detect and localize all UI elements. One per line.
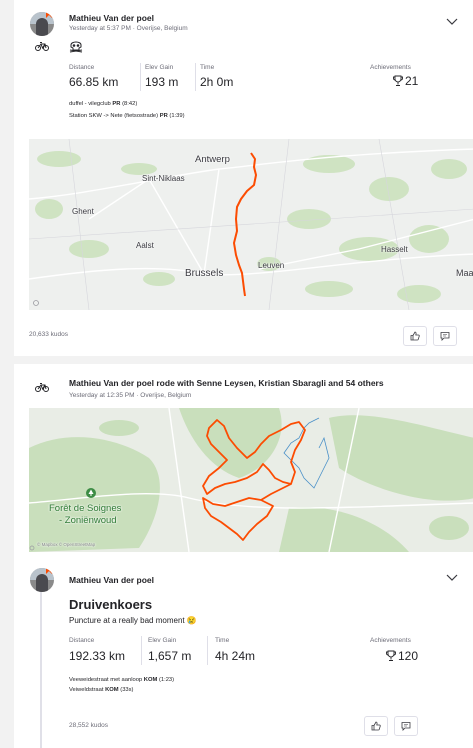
athlete-name[interactable]: Mathieu Van der poel	[69, 13, 154, 23]
comment-button[interactable]	[433, 326, 457, 346]
athlete-name[interactable]: Mathieu Van der poel	[69, 575, 154, 585]
achievements-label: Achievements	[370, 637, 411, 644]
map-label-city: Ghent	[72, 207, 94, 216]
distance-value: 66.85 km	[69, 75, 119, 89]
map-label-park: Forêt de Soignes	[49, 503, 122, 514]
elev-gain-label: Elev Gain	[148, 637, 177, 644]
athlete-avatar[interactable]	[30, 12, 54, 36]
time-label: Time	[215, 637, 230, 644]
map-label-city: Maa	[456, 268, 473, 278]
group-activity-card: Mathieu Van der poel rode with Senne Ley…	[14, 364, 473, 748]
map-attribution[interactable]: © Mapbox © OpenStreetMap	[37, 542, 95, 547]
thumbs-up-icon	[410, 331, 420, 341]
time-value: 2h 0m	[200, 75, 234, 89]
elev-gain-value: 193 m	[145, 75, 179, 89]
distance-value: 192.33 km	[69, 649, 126, 663]
map-label-city: Brussels	[185, 268, 224, 279]
elev-gain-label: Elev Gain	[145, 64, 174, 71]
stat-divider	[140, 63, 141, 91]
route-map[interactable]: Antwerp Sint-Niklaas Ghent Aalst Brussel…	[29, 139, 473, 310]
stat-divider	[141, 636, 142, 665]
group-header[interactable]: Mathieu Van der poel rode with Senne Ley…	[69, 378, 384, 388]
thumbs-up-icon	[371, 721, 381, 731]
stat-divider	[195, 63, 196, 91]
time-label: Time	[200, 64, 215, 71]
chevron-down-icon[interactable]	[446, 18, 458, 26]
group-meta: Yesterday at 12:35 PM · Overijse, Belgiu…	[69, 392, 192, 399]
chevron-down-icon[interactable]	[446, 574, 458, 582]
activity-description: Puncture at a really bad moment 😢	[69, 616, 197, 625]
give-kudos-button[interactable]	[364, 716, 388, 736]
map-background	[29, 408, 473, 552]
map-label-city: Aalst	[136, 241, 154, 250]
skull-emoji-icon	[69, 41, 83, 53]
distance-label: Distance	[69, 637, 95, 644]
map-label-city: Leuven	[258, 261, 285, 270]
comment-button[interactable]	[394, 716, 418, 736]
achievements-count: 21	[405, 74, 419, 88]
map-background	[29, 139, 473, 310]
activity-title[interactable]: Druivenkoers	[69, 597, 152, 612]
activity-card: Mathieu Van der poel Yesterday at 5:37 P…	[14, 0, 473, 356]
kudos-count[interactable]: 20,633 kudos	[29, 331, 68, 338]
activity-meta: Yesterday at 5:37 PM · Overijse, Belgium	[69, 25, 188, 32]
map-label-city: Hasselt	[381, 245, 408, 254]
ride-icon	[35, 42, 49, 51]
segment-achievement[interactable]: Veiweldstraat KOM (33s)	[69, 687, 133, 693]
ride-icon	[35, 383, 49, 392]
segment-achievement[interactable]: duffel - vilegclub PR (8:42)	[69, 101, 137, 107]
stat-divider	[207, 636, 208, 665]
park-marker-icon	[86, 488, 96, 498]
elev-gain-value: 1,657 m	[148, 649, 192, 663]
comment-icon	[401, 722, 411, 731]
segment-achievement[interactable]: Station SKW -> Nete (fietsostrade) PR (1…	[69, 113, 185, 119]
segment-achievement[interactable]: Veeweidestraat met aanloop KOM (1:23)	[69, 677, 174, 683]
kudos-count[interactable]: 28,552 kudos	[69, 722, 108, 729]
trophy-icon	[386, 650, 396, 661]
give-kudos-button[interactable]	[403, 326, 427, 346]
distance-label: Distance	[69, 64, 95, 71]
map-label-city: Antwerp	[195, 154, 230, 165]
achievements-count: 120	[398, 649, 419, 663]
athlete-avatar[interactable]	[30, 568, 54, 592]
subscriber-badge-icon	[46, 568, 54, 574]
group-connector-line	[40, 588, 42, 748]
trophy-icon	[393, 75, 403, 86]
map-label-city: Sint-Niklaas	[142, 174, 185, 183]
subscriber-badge-icon	[46, 12, 54, 18]
comment-icon	[440, 332, 450, 341]
map-label-park: - Zoniënwoud	[59, 515, 117, 526]
group-route-map[interactable]: Forêt de Soignes - Zoniënwoud © Mapbox ©…	[29, 408, 473, 552]
achievements-label: Achievements	[370, 64, 411, 71]
time-value: 4h 24m	[215, 649, 256, 663]
